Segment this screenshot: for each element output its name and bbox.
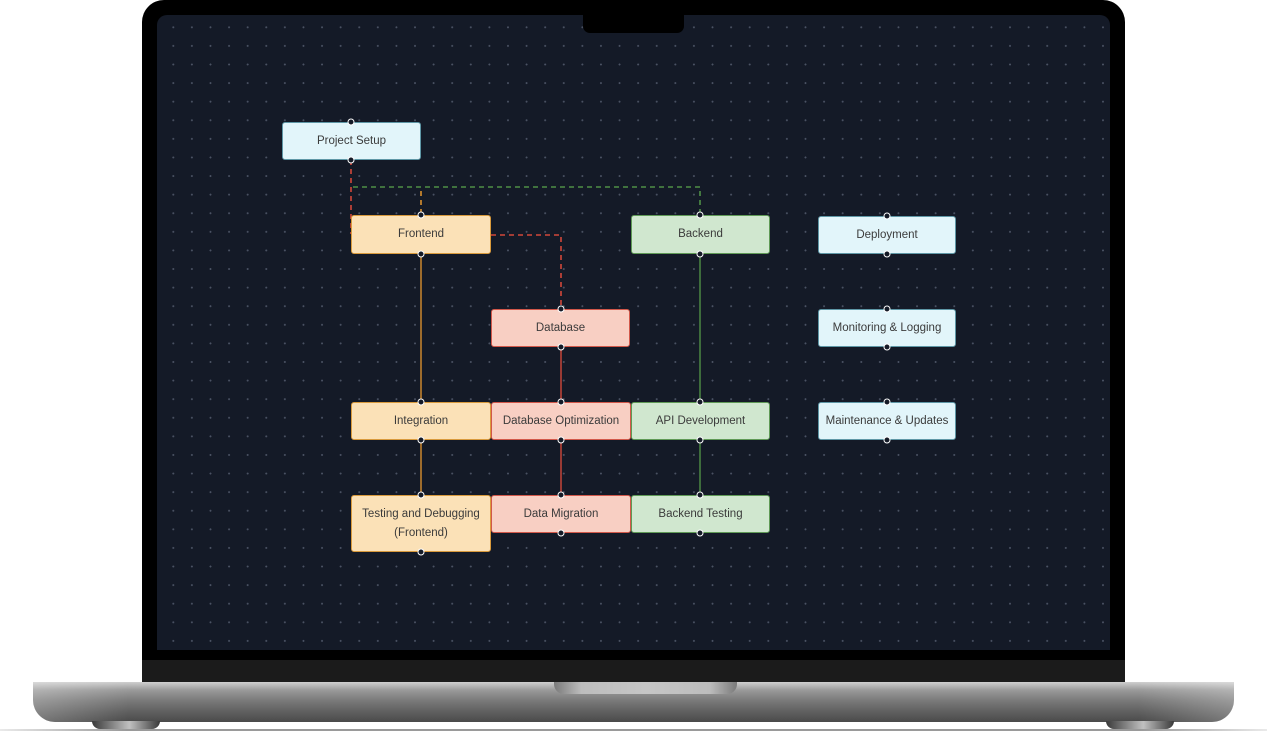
- port-deployment-bottom[interactable]: [883, 250, 891, 258]
- port-monitoring-bottom[interactable]: [883, 343, 891, 351]
- port-db-optimization-top[interactable]: [557, 398, 565, 406]
- port-integration-bottom[interactable]: [417, 436, 425, 444]
- port-maintenance-bottom[interactable]: [883, 436, 891, 444]
- node-label: API Development: [655, 414, 746, 427]
- port-deployment-top[interactable]: [883, 212, 891, 220]
- node-database[interactable]: Database: [491, 309, 630, 347]
- port-backend-top[interactable]: [696, 211, 704, 219]
- port-monitoring-top[interactable]: [883, 305, 891, 313]
- node-label: Backend: [678, 228, 723, 240]
- node-backend[interactable]: Backend: [631, 215, 770, 254]
- port-testing-top[interactable]: [417, 491, 425, 499]
- node-label: Deployment: [856, 228, 918, 241]
- node-maintenance-updates[interactable]: Maintenance & Updates: [818, 402, 956, 440]
- node-label: Database Optimization: [502, 414, 620, 427]
- camera-notch: [583, 0, 684, 33]
- port-database-bottom[interactable]: [557, 343, 565, 351]
- port-project-setup-top[interactable]: [347, 118, 355, 126]
- port-maintenance-top[interactable]: [883, 398, 891, 406]
- node-testing-debugging-frontend[interactable]: Testing and Debugging (Frontend): [351, 495, 491, 552]
- laptop-chin: [142, 660, 1125, 682]
- node-data-migration[interactable]: Data Migration: [491, 495, 631, 533]
- node-label: Monitoring & Logging: [832, 321, 942, 334]
- port-project-setup-bottom[interactable]: [347, 156, 355, 164]
- port-db-optimization-bottom[interactable]: [557, 436, 565, 444]
- port-backend-testing-bottom[interactable]: [696, 529, 704, 537]
- node-label: Testing and Debugging (Frontend): [362, 507, 480, 539]
- port-api-bottom[interactable]: [696, 436, 704, 444]
- node-label: Database: [535, 321, 586, 334]
- port-frontend-bottom[interactable]: [417, 250, 425, 258]
- port-integration-top[interactable]: [417, 398, 425, 406]
- node-label: Backend Testing: [658, 507, 743, 520]
- port-data-migration-bottom[interactable]: [557, 529, 565, 537]
- node-deployment[interactable]: Deployment: [818, 216, 956, 254]
- node-backend-testing[interactable]: Backend Testing: [631, 495, 770, 533]
- port-data-migration-top[interactable]: [557, 491, 565, 499]
- node-label: Data Migration: [523, 507, 599, 520]
- port-frontend-top[interactable]: [417, 211, 425, 219]
- port-api-top[interactable]: [696, 398, 704, 406]
- node-label: Project Setup: [316, 134, 387, 147]
- laptop-foot-left: [92, 721, 160, 729]
- node-frontend[interactable]: Frontend: [351, 215, 491, 254]
- port-backend-bottom[interactable]: [696, 250, 704, 258]
- node-database-optimization[interactable]: Database Optimization: [491, 402, 631, 440]
- node-label: Integration: [393, 414, 449, 427]
- port-backend-testing-top[interactable]: [696, 491, 704, 499]
- node-integration[interactable]: Integration: [351, 402, 491, 440]
- node-label: Frontend: [397, 228, 445, 240]
- node-monitoring-logging[interactable]: Monitoring & Logging: [818, 309, 956, 347]
- floor-shadow: [0, 729, 1267, 731]
- port-testing-bottom[interactable]: [417, 548, 425, 556]
- node-project-setup[interactable]: Project Setup: [282, 122, 421, 160]
- node-label: Maintenance & Updates: [825, 414, 949, 427]
- node-api-development[interactable]: API Development: [631, 402, 770, 440]
- diagram-canvas[interactable]: [157, 15, 1110, 650]
- laptop-lid-groove: [554, 682, 737, 694]
- laptop-foot-right: [1106, 721, 1174, 729]
- port-database-top[interactable]: [557, 305, 565, 313]
